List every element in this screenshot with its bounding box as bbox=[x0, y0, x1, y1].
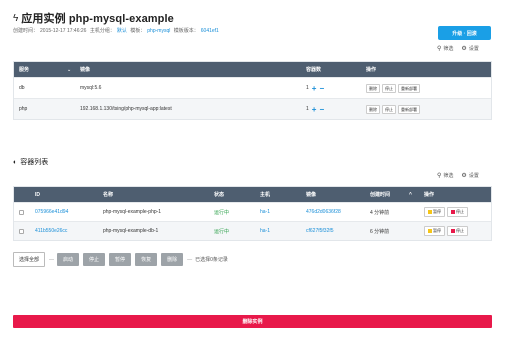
containers-toolbar: ⚲ 筛选 ⚙ 设置 bbox=[437, 172, 479, 179]
col-status: 状态 bbox=[214, 192, 225, 198]
stop-button[interactable]: 停止 bbox=[447, 226, 468, 236]
services-toolbar: ⚲ 筛选 ⚙ 设置 bbox=[437, 45, 479, 52]
select-all-button[interactable]: 选择全部 bbox=[13, 252, 46, 267]
col-host: 主机 bbox=[260, 192, 271, 198]
stop-icon bbox=[451, 229, 455, 233]
divider: — bbox=[49, 256, 55, 263]
row-checkbox[interactable] bbox=[19, 228, 24, 234]
table-row: 411b550e26cc php-mysql-example-db-1 运行中 … bbox=[14, 221, 491, 240]
row-checkbox[interactable] bbox=[19, 209, 24, 215]
service-name: db bbox=[19, 85, 25, 91]
bolt-icon: ϟ bbox=[13, 12, 19, 24]
status-badge: 运行中 bbox=[214, 209, 230, 216]
image-link[interactable]: cf627f5f32f5 bbox=[306, 222, 334, 240]
row-actions: 删除 停止 重新部署 bbox=[366, 78, 422, 98]
page-title: 应用实例 php-mysql-example bbox=[21, 13, 174, 25]
container-count: 1 + − bbox=[306, 104, 325, 114]
delete-instance-button[interactable]: 删除实例 bbox=[13, 315, 492, 328]
search-icon: ⚲ bbox=[437, 46, 442, 52]
bulk-actions: 选择全部 — 启动 停止 暂停 恢复 删除 — 已选择0条记录 bbox=[13, 252, 228, 267]
settings-button[interactable]: ⚙ 设置 bbox=[461, 45, 478, 52]
created-time: 2015-12-17 17:46:26 bbox=[40, 28, 87, 34]
row-actions: 暂停 停止 bbox=[424, 222, 470, 240]
col-id: ID bbox=[35, 191, 40, 198]
resume-button[interactable]: 恢复 bbox=[135, 253, 158, 266]
col-image: 镜像 bbox=[80, 67, 91, 73]
pause-button[interactable]: 暂停 bbox=[424, 207, 445, 217]
filter-button[interactable]: ⚲ 筛选 bbox=[437, 45, 453, 52]
stop-button[interactable]: 停止 bbox=[382, 83, 396, 93]
gear-icon: ⚙ bbox=[461, 46, 467, 52]
plus-icon[interactable]: + bbox=[312, 105, 317, 114]
template-link[interactable]: php-mysql bbox=[147, 28, 170, 34]
container-name: php-mysql-example-php-1 bbox=[103, 209, 162, 215]
filter-button[interactable]: ⚲ 筛选 bbox=[437, 172, 453, 179]
stop-button[interactable]: 停止 bbox=[382, 104, 396, 114]
minus-icon[interactable]: − bbox=[319, 84, 324, 93]
created-time: 4 分钟前 bbox=[370, 209, 390, 216]
delete-button[interactable]: 删除 bbox=[366, 83, 380, 93]
row-actions: 删除 停止 重新部署 bbox=[366, 99, 422, 119]
container-id-link[interactable]: 075966e41d94 bbox=[35, 203, 68, 221]
containers-table: ID 名称 状态 主机 镜像 创建时间 ^ 操作 075966e41d94 ph… bbox=[13, 186, 492, 241]
gear-icon: ⚙ bbox=[461, 173, 467, 179]
service-image: 192.168.1.130/tsing/php-mysql-app:latest bbox=[80, 106, 172, 112]
col-image: 镜像 bbox=[306, 192, 317, 198]
minus-icon[interactable]: − bbox=[319, 105, 324, 114]
col-actions: 操作 bbox=[366, 67, 377, 73]
start-button[interactable]: 启动 bbox=[57, 253, 80, 266]
services-table-header: 服务 ⌄ 镜像 容器数 操作 bbox=[14, 62, 491, 77]
host-link[interactable]: ha-1 bbox=[260, 222, 270, 240]
page-header: ϟ 应用实例 php-mysql-example bbox=[13, 10, 174, 26]
status-badge: 运行中 bbox=[214, 228, 230, 235]
redeploy-button[interactable]: 重新部署 bbox=[398, 104, 420, 114]
created-time: 6 分钟前 bbox=[370, 228, 390, 235]
container-name: php-mysql-example-db-1 bbox=[103, 228, 159, 234]
service-image: mysql:5.6 bbox=[80, 85, 102, 91]
col-created[interactable]: 创建时间 bbox=[370, 187, 390, 202]
template-version-link[interactable]: 6041ef1 bbox=[201, 28, 219, 34]
selected-count: 已选择0条记录 bbox=[195, 257, 228, 263]
stop-button[interactable]: 停止 bbox=[83, 253, 106, 266]
container-list-icon: ◐ bbox=[13, 158, 18, 166]
services-table: 服务 ⌄ 镜像 容器数 操作 db mysql:5.6 1 + − 删除 停止 … bbox=[13, 61, 492, 120]
host-link[interactable]: ha-1 bbox=[260, 203, 270, 221]
image-link[interactable]: 476d2d0636f28 bbox=[306, 203, 341, 221]
host-group-link[interactable]: 默认 bbox=[117, 28, 127, 34]
col-actions: 操作 bbox=[424, 192, 435, 198]
col-count: 容器数 bbox=[306, 67, 322, 73]
plus-icon[interactable]: + bbox=[312, 84, 317, 93]
container-count: 1 + − bbox=[306, 83, 325, 93]
stop-button[interactable]: 停止 bbox=[447, 207, 468, 217]
table-row: 075966e41d94 php-mysql-example-php-1 运行中… bbox=[14, 202, 491, 221]
upgrade-rollback-button[interactable]: 升级 · 回滚 bbox=[438, 26, 491, 40]
delete-button[interactable]: 删除 bbox=[161, 253, 184, 266]
stop-icon bbox=[451, 210, 455, 214]
pause-icon bbox=[428, 229, 432, 233]
table-row: db mysql:5.6 1 + − 删除 停止 重新部署 bbox=[14, 77, 491, 98]
sort-indicator-icon: ^ bbox=[409, 191, 412, 198]
chevron-down-icon[interactable]: ⌄ bbox=[67, 62, 71, 77]
table-row: php 192.168.1.130/tsing/php-mysql-app:la… bbox=[14, 98, 491, 119]
search-icon: ⚲ bbox=[437, 173, 442, 179]
redeploy-button[interactable]: 重新部署 bbox=[398, 83, 420, 93]
containers-section-title: ◐ 容器列表 bbox=[13, 158, 49, 167]
pause-button[interactable]: 暂停 bbox=[424, 226, 445, 236]
pause-button[interactable]: 暂停 bbox=[109, 253, 132, 266]
instance-meta: 创建时间： 2015-12-17 17:46:26 主机分组： 默认 模板： php-… bbox=[13, 28, 219, 34]
containers-table-header: ID 名称 状态 主机 镜像 创建时间 ^ 操作 bbox=[14, 187, 491, 202]
row-actions: 暂停 停止 bbox=[424, 203, 470, 221]
container-id-link[interactable]: 411b550e26cc bbox=[35, 222, 67, 240]
service-name: php bbox=[19, 106, 28, 112]
col-service: 服务 bbox=[19, 67, 30, 73]
pause-icon bbox=[428, 210, 432, 214]
settings-button[interactable]: ⚙ 设置 bbox=[461, 172, 478, 179]
divider: — bbox=[187, 256, 193, 263]
col-name: 名称 bbox=[103, 192, 114, 198]
delete-button[interactable]: 删除 bbox=[366, 104, 380, 114]
